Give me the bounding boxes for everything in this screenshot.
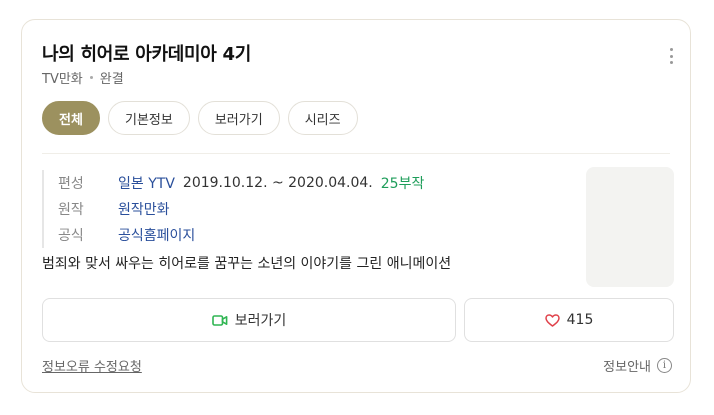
info-row-official: 공식 공식홈페이지 [58, 222, 424, 248]
poster-thumbnail[interactable] [586, 167, 674, 287]
info-guide-button[interactable]: 정보안내 i [603, 356, 672, 375]
info-guide-label: 정보안내 [603, 360, 651, 375]
watch-button[interactable]: 보러가기 [42, 298, 456, 342]
heart-icon [544, 313, 560, 327]
info-list: 편성 일본 YTV 2019.10.12. ~ 2020.04.04. 25부작… [42, 170, 424, 248]
status-label: 완결 [99, 72, 124, 87]
like-count: 415 [566, 312, 594, 328]
description: 범죄와 맞서 싸우는 히어로를 꿈꾸는 소년의 이야기를 그린 애니메이션 [42, 256, 452, 272]
info-row-broadcast: 편성 일본 YTV 2019.10.12. ~ 2020.04.04. 25부작 [58, 170, 424, 196]
report-error-link[interactable]: 정보오류 수정요청 [42, 356, 142, 375]
tab-bar: 전체 기본정보 보러가기 시리즈 [42, 101, 358, 135]
tab-basic-info[interactable]: 기본정보 [108, 101, 190, 135]
subtitle: TV만화 완결 [42, 68, 124, 87]
divider [42, 153, 670, 154]
episode-count: 25부작 [380, 176, 425, 192]
official-homepage-link[interactable]: 공식홈페이지 [118, 225, 195, 245]
original-label: 원작 [58, 202, 84, 218]
separator-dot [89, 76, 93, 79]
official-label: 공식 [58, 228, 84, 244]
broadcast-label: 편성 [58, 176, 84, 192]
tab-all[interactable]: 전체 [42, 101, 100, 135]
more-vertical-icon[interactable] [668, 48, 674, 64]
original-work-link[interactable]: 원작만화 [118, 199, 170, 219]
video-camera-icon [211, 314, 228, 327]
info-circle-icon: i [657, 358, 672, 373]
info-card: 나의 히어로 아카데미아 4기 TV만화 완결 전체 기본정보 보러가기 시리즈… [21, 19, 691, 393]
broadcast-channel-link[interactable]: 일본 YTV [118, 173, 175, 193]
tab-series[interactable]: 시리즈 [287, 101, 358, 135]
page-title: 나의 히어로 아카데미아 4기 [42, 44, 251, 65]
category-label: TV만화 [42, 72, 83, 87]
tab-watch[interactable]: 보러가기 [197, 101, 280, 135]
watch-button-label: 보러가기 [234, 313, 287, 329]
broadcast-period: 2019.10.12. ~ 2020.04.04. [182, 175, 373, 191]
info-row-original: 원작 원작만화 [58, 196, 424, 222]
like-button[interactable]: 415 [464, 298, 674, 342]
